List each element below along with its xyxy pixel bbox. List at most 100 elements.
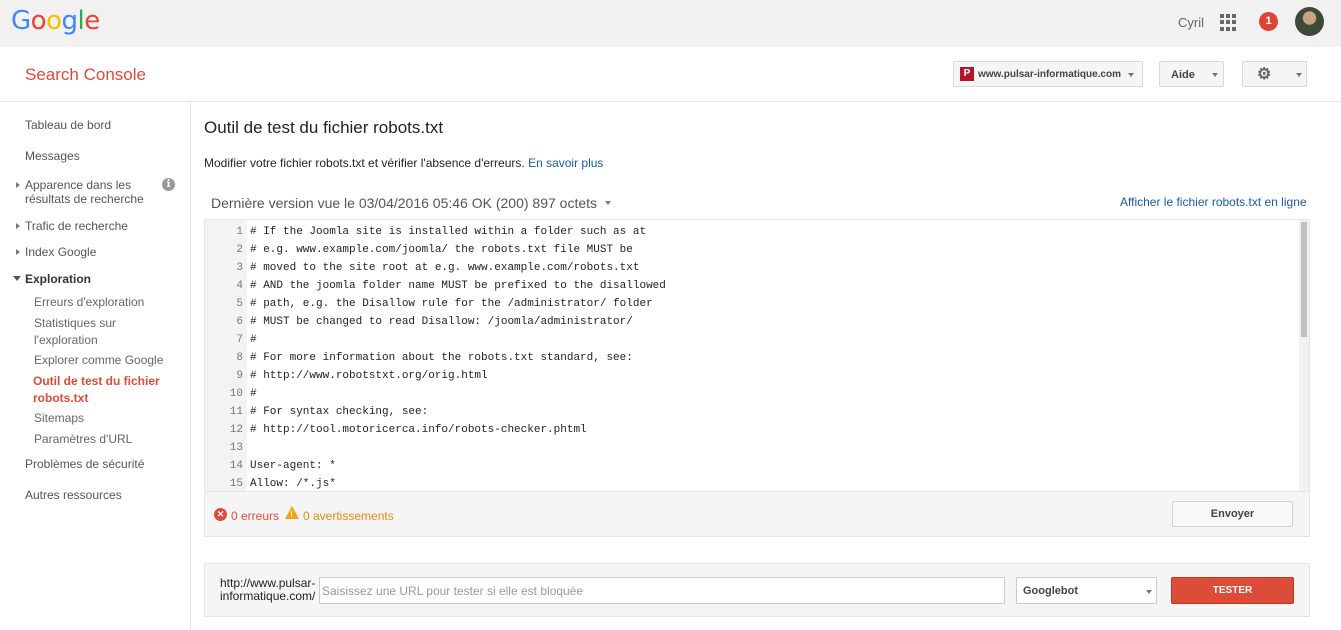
intro-text: Modifier votre fichier robots.txt et vér… bbox=[204, 156, 603, 170]
view-live-robots-link[interactable]: Afficher le fichier robots.txt en ligne bbox=[1120, 195, 1307, 209]
code-text: # moved to the site root at e.g. www.exa… bbox=[250, 262, 640, 274]
line-number: 4 bbox=[236, 280, 243, 292]
app-title[interactable]: Search Console bbox=[25, 65, 146, 85]
expand-arrow-icon[interactable] bbox=[16, 223, 20, 229]
apps-grid-icon[interactable] bbox=[1220, 14, 1237, 31]
sidebar-item-traffic[interactable]: Trafic de recherche bbox=[25, 219, 128, 233]
code-line: 5 # path, e.g. the Disallow rule for the … bbox=[205, 295, 1299, 313]
line-number: 15 bbox=[229, 478, 243, 490]
user-agent-select-label: Googlebot bbox=[1023, 585, 1078, 597]
settings-button[interactable]: ⚙ bbox=[1242, 61, 1307, 87]
line-number: 10 bbox=[229, 388, 243, 400]
code-text: # For syntax checking, see: bbox=[250, 406, 429, 418]
code-text: # bbox=[250, 334, 257, 346]
scrollbar-thumb[interactable] bbox=[1301, 222, 1307, 337]
code-line: 12 # http://tool.motoricerca.info/robots-… bbox=[205, 421, 1299, 439]
sidebar-item-dashboard[interactable]: Tableau de bord bbox=[25, 118, 111, 132]
version-label: Dernière version vue le 03/04/2016 05:46… bbox=[211, 195, 598, 211]
validation-status-bar: ✕ 0 erreurs ! 0 avertissements Envoyer bbox=[205, 491, 1309, 536]
notifications-badge[interactable]: 1 bbox=[1259, 12, 1278, 31]
code-text: # If the Joomla site is installed within… bbox=[250, 226, 647, 238]
user-agent-select[interactable]: Googlebot bbox=[1016, 577, 1157, 604]
code-text: # AND the joomla folder name MUST be pre… bbox=[250, 280, 666, 292]
robots-code-editor[interactable]: 1 # If the Joomla site is installed withi… bbox=[205, 220, 1309, 491]
code-text: # http://www.robotstxt.org/orig.html bbox=[250, 370, 488, 382]
help-button[interactable]: Aide bbox=[1159, 61, 1224, 87]
code-line: 14 User-agent: * bbox=[205, 457, 1299, 475]
code-line: 1 # If the Joomla site is installed withi… bbox=[205, 223, 1299, 241]
learn-more-link[interactable]: En savoir plus bbox=[528, 156, 603, 170]
code-line: 8 # For more information about the robots… bbox=[205, 349, 1299, 367]
version-selector[interactable]: Dernière version vue le 03/04/2016 05:46… bbox=[211, 195, 611, 211]
error-count: 0 erreurs bbox=[231, 509, 280, 523]
submit-button[interactable]: Envoyer bbox=[1172, 501, 1293, 527]
code-line: 7 # bbox=[205, 331, 1299, 349]
code-text: # MUST be changed to read Disallow: /joo… bbox=[250, 316, 633, 328]
chevron-down-icon bbox=[1146, 590, 1152, 594]
line-number: 14 bbox=[229, 460, 243, 472]
code-line: 11 # For syntax checking, see: bbox=[205, 403, 1299, 421]
code-text: User-agent: * bbox=[250, 460, 336, 472]
code-line: 6 # MUST be changed to read Disallow: /jo… bbox=[205, 313, 1299, 331]
avatar[interactable] bbox=[1295, 7, 1324, 36]
info-icon[interactable]: i bbox=[162, 178, 175, 191]
code-line: 9 # http://www.robotstxt.org/orig.html bbox=[205, 367, 1299, 385]
test-button[interactable]: TESTER bbox=[1171, 577, 1294, 604]
code-line: 3 # moved to the site root at e.g. www.ex… bbox=[205, 259, 1299, 277]
warning-icon: ! bbox=[285, 506, 299, 519]
top-bar: Google Cyril 1 bbox=[0, 0, 1341, 47]
chevron-down-icon bbox=[1212, 73, 1218, 77]
sidebar-item-other-resources[interactable]: Autres ressources bbox=[25, 488, 122, 502]
chevron-down-icon bbox=[1128, 73, 1134, 77]
intro-description: Modifier votre fichier robots.txt et vér… bbox=[204, 156, 525, 170]
sidebar-item-robots-tester[interactable]: Outil de test du fichier robots.txt bbox=[33, 373, 173, 407]
test-url-input[interactable] bbox=[319, 577, 1005, 604]
line-number: 9 bbox=[236, 370, 243, 382]
sidebar-item-crawl-errors[interactable]: Erreurs d'exploration bbox=[34, 295, 144, 309]
url-tester: http://www.pulsar- informatique.com/ Goo… bbox=[204, 563, 1310, 617]
line-number: 7 bbox=[236, 334, 243, 346]
code-line: 13 bbox=[205, 439, 1299, 457]
sidebar-item-messages[interactable]: Messages bbox=[25, 149, 80, 163]
code-line: 15 Allow: /*.js* bbox=[205, 475, 1299, 491]
editor-scrollbar[interactable] bbox=[1299, 220, 1309, 491]
line-number: 13 bbox=[229, 442, 243, 454]
sidebar-item-security[interactable]: Problèmes de sécurité bbox=[25, 457, 144, 471]
code-text: # bbox=[250, 388, 257, 400]
error-icon: ✕ bbox=[214, 508, 227, 521]
expand-arrow-icon[interactable] bbox=[16, 249, 20, 255]
url-prefix-line2: informatique.com/ bbox=[220, 589, 316, 603]
code-text: # For more information about the robots.… bbox=[250, 352, 633, 364]
sidebar-item-fetch-as-google[interactable]: Explorer comme Google bbox=[34, 353, 163, 367]
google-logo[interactable]: Google bbox=[11, 6, 100, 36]
collapse-arrow-icon[interactable] bbox=[13, 276, 21, 281]
line-number: 11 bbox=[229, 406, 243, 418]
warning-count: 0 avertissements bbox=[303, 509, 394, 523]
line-number: 12 bbox=[229, 424, 243, 436]
line-number: 8 bbox=[236, 352, 243, 364]
sidebar-item-appearance[interactable]: Apparence dans les résultats de recherch… bbox=[25, 178, 155, 206]
gear-icon: ⚙ bbox=[1257, 66, 1272, 83]
line-number: 6 bbox=[236, 316, 243, 328]
chevron-down-icon bbox=[1296, 73, 1302, 77]
app-header: Search Console P www.pulsar-informatique… bbox=[0, 47, 1341, 102]
sidebar-item-url-params[interactable]: Paramètres d'URL bbox=[34, 432, 132, 446]
code-text: # http://tool.motoricerca.info/robots-ch… bbox=[250, 424, 587, 436]
code-text: # path, e.g. the Disallow rule for the /… bbox=[250, 298, 653, 310]
user-name[interactable]: Cyril bbox=[1178, 15, 1204, 30]
line-number: 2 bbox=[236, 244, 243, 256]
site-selector[interactable]: P www.pulsar-informatique.com bbox=[953, 61, 1143, 87]
url-prefix: http://www.pulsar- informatique.com/ bbox=[220, 577, 315, 603]
chevron-down-icon bbox=[604, 201, 611, 205]
code-line: 10 # bbox=[205, 385, 1299, 403]
sidebar-item-crawl[interactable]: Exploration bbox=[25, 272, 91, 286]
site-selector-label: www.pulsar-informatique.com bbox=[978, 69, 1121, 80]
line-number: 3 bbox=[236, 262, 243, 274]
help-button-label: Aide bbox=[1171, 69, 1195, 81]
sidebar-item-index[interactable]: Index Google bbox=[25, 245, 96, 259]
sidebar-item-crawl-stats[interactable]: Statistiques sur l'exploration bbox=[34, 315, 144, 349]
sidebar-item-sitemaps[interactable]: Sitemaps bbox=[34, 411, 84, 425]
code-line: 4 # AND the joomla folder name MUST be pr… bbox=[205, 277, 1299, 295]
expand-arrow-icon[interactable] bbox=[16, 182, 20, 188]
code-text: Allow: /*.js* bbox=[250, 478, 336, 490]
